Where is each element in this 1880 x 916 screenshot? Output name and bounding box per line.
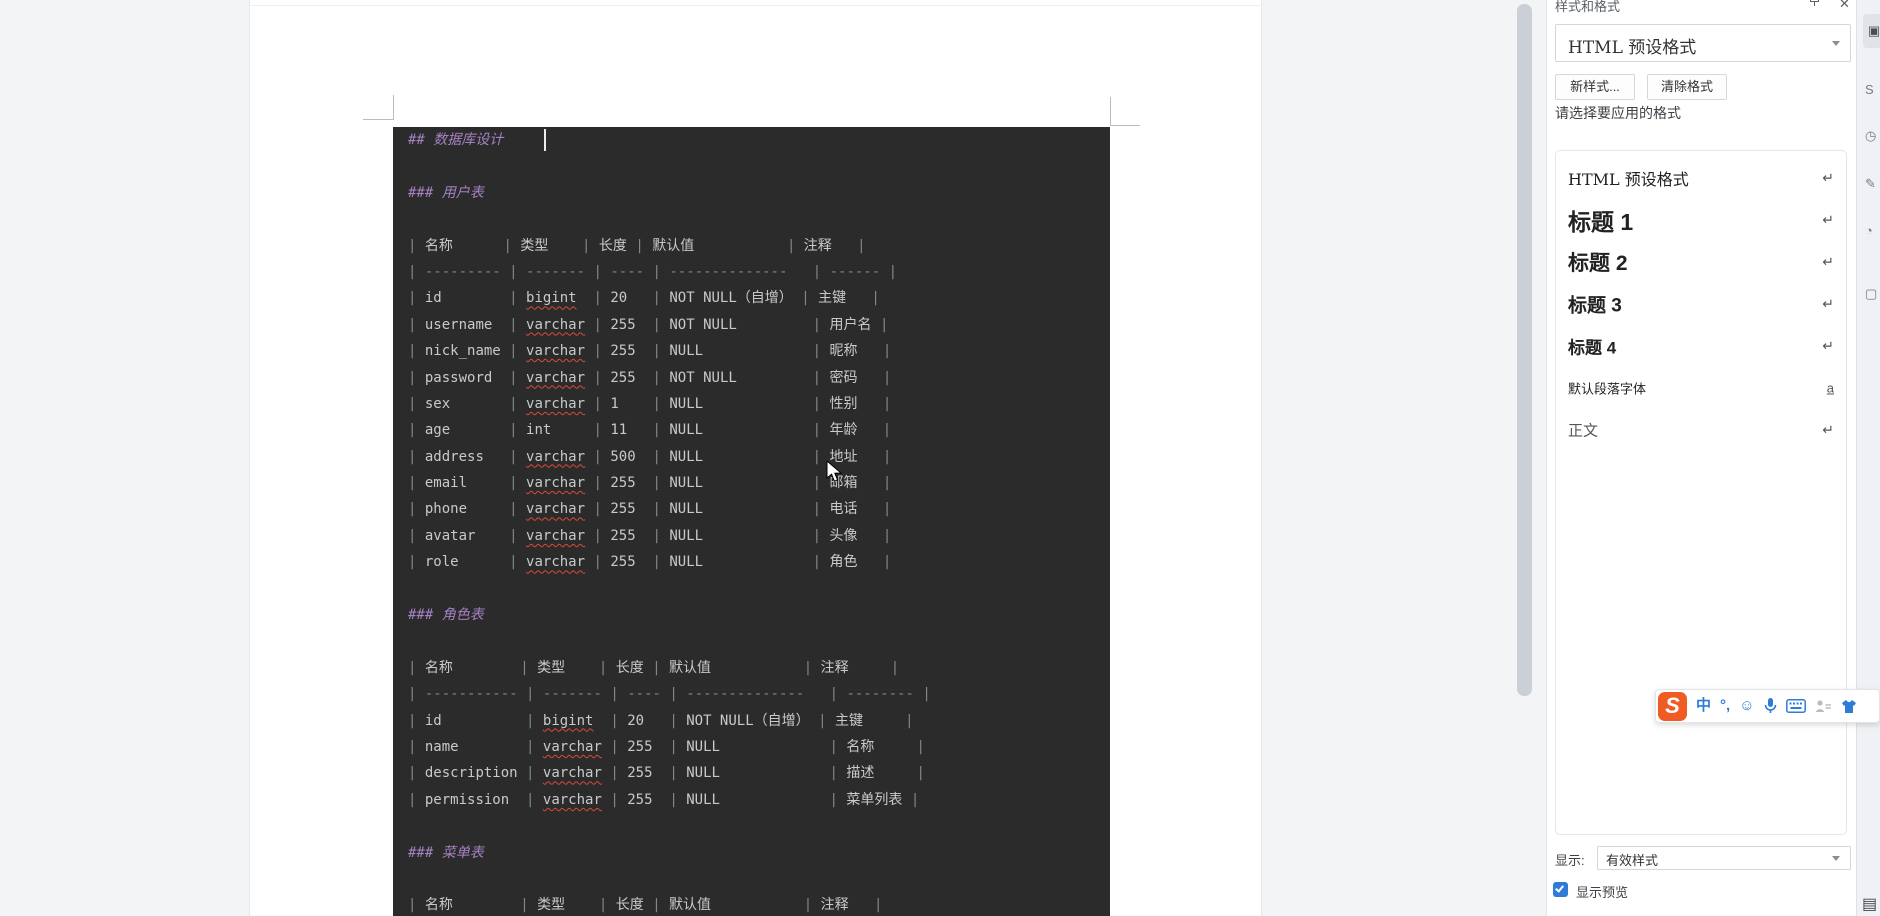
style-item-label: 标题 2 <box>1568 252 1628 275</box>
close-icon[interactable]: ✕ <box>1839 0 1850 12</box>
clock-icon[interactable]: ◷ <box>1865 128 1880 144</box>
text-caret <box>544 129 546 151</box>
doc-table-line: | --------- | ------- | ---- | ---------… <box>408 263 898 280</box>
doc-table-line: | username | varchar | 255 | NOT NULL | … <box>408 316 889 333</box>
style-item-default-paragraph-font[interactable]: 默认段落字体 a <box>1556 367 1846 409</box>
display-filter-select[interactable]: 有效样式 <box>1597 846 1851 870</box>
doc-table-line: | ----------- | ------- | ---- | -------… <box>408 686 931 703</box>
display-filter-value: 有效样式 <box>1606 853 1659 868</box>
style-preset-value: HTML 预设格式 <box>1568 38 1697 58</box>
margin-mark-left-h <box>363 119 393 120</box>
doc-blank-line <box>408 866 1110 892</box>
doc-table-line: | id | bigint | 20 | NOT NULL（自增） | 主键 | <box>408 290 880 307</box>
doc-table-line: | role | varchar | 255 | NULL | 角色 | <box>408 554 892 571</box>
style-item-label: 默认段落字体 <box>1568 381 1647 397</box>
ime-soft-keyboard-icon[interactable] <box>1785 699 1806 713</box>
menu-bottom-icon[interactable]: ▤ <box>1862 894 1880 914</box>
doc-table-line: | email | varchar | 255 | NULL | 邮箱 | <box>408 475 892 492</box>
pin-icon[interactable] <box>1809 0 1823 9</box>
sogou-logo-icon[interactable]: S <box>1658 691 1687 721</box>
ime-account-icon[interactable] <box>1815 699 1832 714</box>
doc-blank-line <box>408 628 1110 654</box>
page-top-boundary <box>250 5 1261 6</box>
display-filter-row: 显示: 有效样式 <box>1555 846 1851 870</box>
doc-table-line: | id | bigint | 20 | NOT NULL（自增） | 主键 | <box>408 712 914 729</box>
panel-tab-icon[interactable]: ▣ <box>1863 14 1880 48</box>
paragraph-return-icon: ↵ <box>1822 211 1834 228</box>
doc-heading-line: ### 角色表 <box>408 607 484 624</box>
doc-table-line: | avatar | varchar | 255 | NULL | 头像 | <box>408 527 892 544</box>
styles-panel: 样式和格式 ✕ HTML 预设格式 新样式... 清除格式 请选择要应用的格式 … <box>1546 0 1856 916</box>
contact-icon[interactable]: ◔ <box>1865 223 1880 238</box>
doc-table-line: | 名称 | 类型 | 长度 | 默认值 | 注释 | <box>408 897 883 914</box>
document-page[interactable]: ## 数据库设计 ### 用户表 | 名称 | 类型 | 长度 | 默认值 | 注释… <box>249 0 1262 916</box>
paragraph-return-icon: ↵ <box>1822 421 1834 438</box>
margin-mark-right-h <box>1110 125 1140 126</box>
doc-heading-line: ### 用户表 <box>408 184 484 201</box>
ime-skin-icon[interactable] <box>1841 699 1857 714</box>
panel-title: 样式和格式 <box>1555 0 1621 14</box>
doc-table-line: | password | varchar | 255 | NOT NULL | … <box>408 369 892 386</box>
doc-table-line: | phone | varchar | 255 | NULL | 电话 | <box>408 501 892 518</box>
clear-format-button[interactable]: 清除格式 <box>1647 74 1727 100</box>
ime-chinese-mode-icon[interactable]: 中 <box>1696 691 1711 721</box>
paragraph-return-icon: ↵ <box>1822 169 1834 186</box>
ime-voice-icon[interactable] <box>1764 697 1777 715</box>
check-mark-icon <box>1555 882 1564 893</box>
margin-mark-left-v <box>393 95 394 120</box>
chevron-down-icon <box>1832 41 1840 46</box>
document-scrollbar-thumb[interactable] <box>1517 4 1532 696</box>
margin-mark-right-v <box>1110 97 1111 126</box>
style-item-label: 正文 <box>1568 421 1599 440</box>
doc-table-line: | description | varchar | 255 | NULL | 描… <box>408 765 925 782</box>
chevron-down-icon <box>1832 856 1840 861</box>
paragraph-return-icon: ↵ <box>1822 253 1834 270</box>
style-item-label: 标题 1 <box>1568 209 1634 235</box>
style-item-label: 标题 4 <box>1568 338 1617 358</box>
doc-table-line: | address | varchar | 500 | NULL | 地址 | <box>408 448 892 465</box>
doc-table-line: | name | varchar | 255 | NULL | 名称 | <box>408 738 925 755</box>
edit-icon[interactable]: ✎ <box>1865 176 1880 192</box>
doc-table-line: | nick_name | varchar | 255 | NULL | 昵称 … <box>408 343 892 360</box>
paragraph-return-icon: ↵ <box>1822 295 1834 312</box>
style-preset-combobox[interactable]: HTML 预设格式 <box>1555 24 1851 62</box>
mouse-cursor <box>826 459 845 488</box>
style-item-label: 标题 3 <box>1568 295 1622 317</box>
character-style-icon: a <box>1826 380 1834 396</box>
workspace: ## 数据库设计 ### 用户表 | 名称 | 类型 | 长度 | 默认值 | 注释… <box>0 0 1880 916</box>
doc-table-line: | permission | varchar | 255 | NULL | 菜单… <box>408 791 920 808</box>
doc-blank-line <box>408 153 1110 179</box>
apply-format-prompt: 请选择要应用的格式 <box>1555 105 1681 121</box>
ime-punctuation-icon[interactable]: °, <box>1720 691 1730 721</box>
doc-blank-line <box>408 206 1110 232</box>
share-icon[interactable]: S <box>1865 82 1880 97</box>
style-item-label: HTML 预设格式 <box>1568 170 1689 189</box>
style-list: HTML 预设格式 ↵ 标题 1 ↵ 标题 2 ↵ 标题 3 ↵ 标题 4 ↵ … <box>1555 150 1847 835</box>
box-icon[interactable]: ▢ <box>1865 286 1880 302</box>
doc-heading-line: ### 菜单表 <box>408 844 484 861</box>
doc-table-line: | 名称 | 类型 | 长度 | 默认值 | 注释 | <box>408 659 900 676</box>
right-sidebar-strip: ▣ S ◷ ✎ ◔ ▢ ▤ <box>1856 0 1880 916</box>
doc-heading-line: ## 数据库设计 <box>408 127 1110 153</box>
doc-blank-line <box>408 813 1110 839</box>
doc-table-line: | sex | varchar | 1 | NULL | 性别 | <box>408 395 892 412</box>
checkbox-checked-icon <box>1553 882 1568 897</box>
style-item-body-text[interactable]: 正文 ↵ <box>1556 409 1846 451</box>
style-item-heading-3[interactable]: 标题 3 ↵ <box>1556 283 1846 325</box>
pin-icon-leg <box>1814 2 1816 6</box>
style-item-heading-4[interactable]: 标题 4 ↵ <box>1556 325 1846 367</box>
display-label: 显示: <box>1555 853 1585 868</box>
style-item-heading-1[interactable]: 标题 1 ↵ <box>1556 199 1846 241</box>
markdown-code-block[interactable]: ## 数据库设计 ### 用户表 | 名称 | 类型 | 长度 | 默认值 | 注释… <box>393 127 1110 916</box>
doc-blank-line <box>408 576 1110 602</box>
style-item-html-preset[interactable]: HTML 预设格式 ↵ <box>1556 157 1846 199</box>
show-preview-label: 显示预览 <box>1576 885 1629 900</box>
ime-status-bar: S 中 °, ☺ <box>1655 689 1880 723</box>
doc-table-line: | age | int | 11 | NULL | 年龄 | <box>408 422 892 439</box>
paragraph-return-icon: ↵ <box>1822 337 1834 354</box>
new-style-button[interactable]: 新样式... <box>1555 74 1635 100</box>
doc-table-line: | 名称 | 类型 | 长度 | 默认值 | 注释 | <box>408 237 866 254</box>
ime-emoji-icon[interactable]: ☺ <box>1739 691 1754 721</box>
style-item-heading-2[interactable]: 标题 2 ↵ <box>1556 241 1846 283</box>
